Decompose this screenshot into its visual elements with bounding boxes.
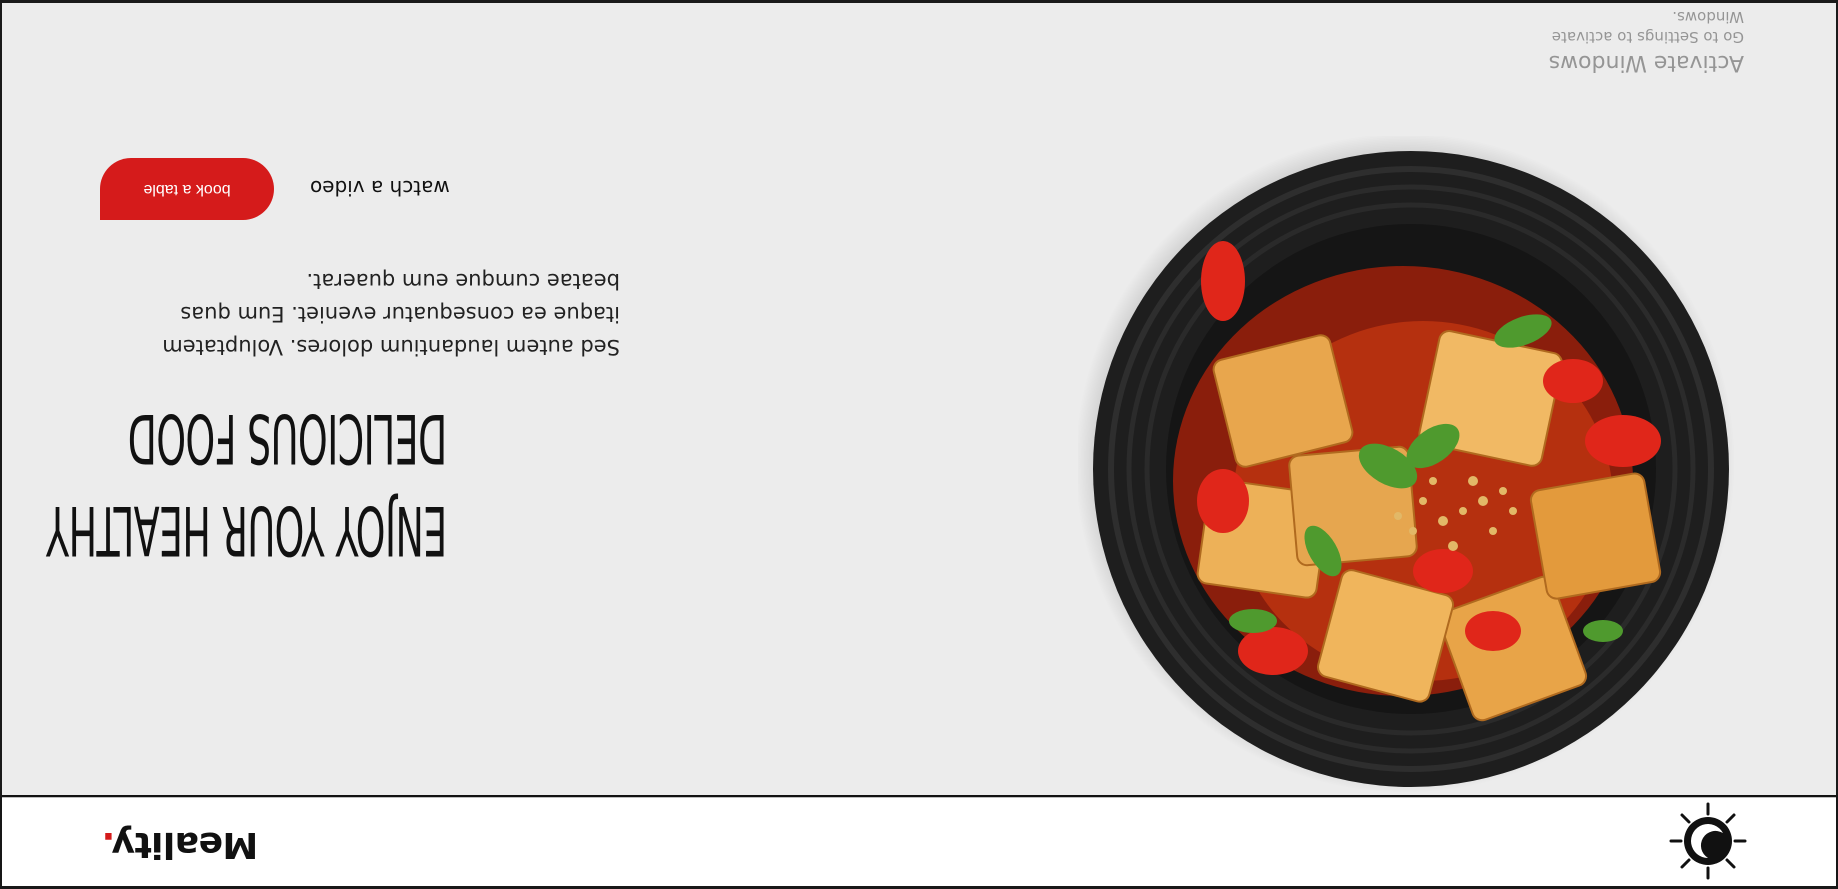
watermark-title: Activate Windows xyxy=(1548,50,1744,75)
sun-moon-icon xyxy=(1669,802,1747,880)
watermark-subtitle: Go to Settings to activate Windows. xyxy=(1551,8,1744,46)
hero-text-column: Enjoy your healthy delicious food Sed au… xyxy=(46,3,660,795)
theme-toggle[interactable] xyxy=(1667,800,1749,882)
brand-name: Meality xyxy=(115,824,259,865)
hero-title: Enjoy your healthy delicious food xyxy=(46,391,448,575)
book-table-button[interactable]: book a table xyxy=(100,158,274,220)
hero-description: Sed autem laudantium dolores. Voluptatem… xyxy=(100,264,620,363)
hero-description-line-1: Sed autem laudantium dolores. Voluptatem xyxy=(162,335,620,359)
food-bowl-image xyxy=(1075,133,1743,801)
page: Meality. Activate Windows Go to Settings… xyxy=(0,0,1838,889)
watch-video-link[interactable]: watch a video xyxy=(310,176,450,200)
hero-section: Activate Windows Go to Settings to activ… xyxy=(2,3,1836,795)
hero-description-line-3: beatae cumque eum quaerat. xyxy=(306,269,620,293)
navbar: Meality. xyxy=(2,797,1836,886)
hero-title-line-1: Enjoy your healthy xyxy=(46,490,448,569)
hero-title-line-2: delicious food xyxy=(128,398,448,477)
brand-logo[interactable]: Meality. xyxy=(102,822,258,866)
hero-description-line-2: itaque ea consequatur eveniet. Eum quas xyxy=(180,302,620,326)
windows-activation-watermark: Activate Windows Go to Settings to activ… xyxy=(1484,7,1744,75)
brand-dot: . xyxy=(102,824,116,865)
